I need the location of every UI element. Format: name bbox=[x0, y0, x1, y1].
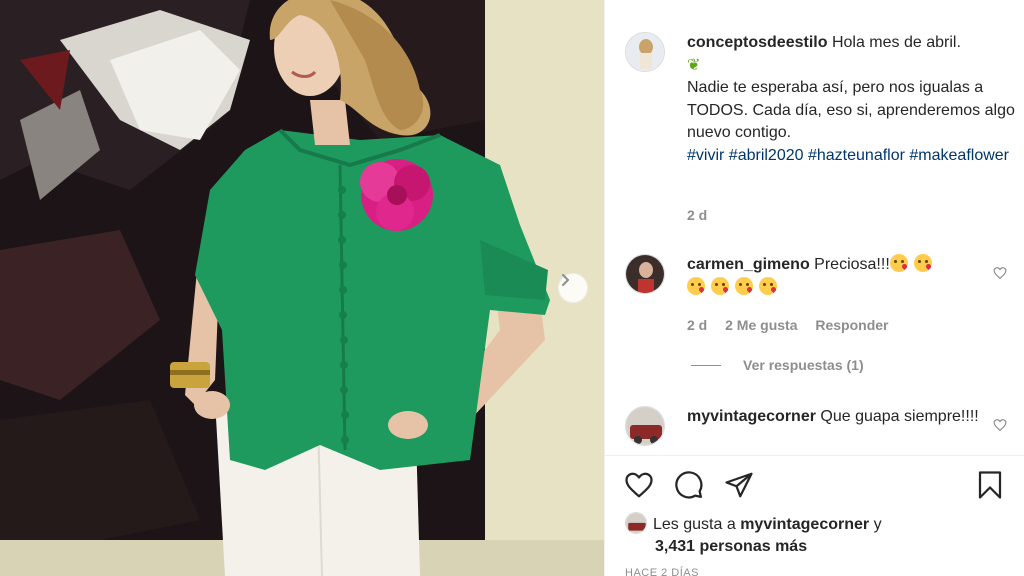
kiss-emoji-icon bbox=[687, 276, 705, 295]
replies-divider bbox=[691, 364, 721, 366]
liker-username[interactable]: myvintagecorner bbox=[740, 516, 869, 533]
comment-username[interactable]: myvintagecorner bbox=[687, 408, 816, 425]
comment-text: Preciosa!!! bbox=[814, 256, 890, 273]
liker-avatar[interactable] bbox=[625, 512, 647, 534]
likes-count[interactable]: 3,431 personas más bbox=[625, 538, 807, 555]
kiss-emoji-icon bbox=[759, 276, 777, 295]
caption-line1: Hola mes de abril. bbox=[831, 34, 961, 51]
comment-likes[interactable]: 2 Me gusta bbox=[725, 317, 797, 333]
view-replies-button[interactable]: Ver respuestas (1) bbox=[691, 357, 864, 373]
likes-summary: Les gusta a myvintagecorner y 3,431 pers… bbox=[625, 512, 882, 558]
likes-conjunction: y bbox=[873, 516, 882, 533]
comment-like-heart-icon[interactable] bbox=[993, 418, 1007, 432]
comment-item: carmen_gimeno Preciosa!!! bbox=[687, 254, 987, 299]
comments-panel: conceptosdeestilo Hola mes de abril. ❦ N… bbox=[604, 0, 1024, 576]
heart-icon[interactable] bbox=[624, 470, 654, 500]
kiss-emoji-icon bbox=[913, 254, 932, 272]
sprout-icon: ❦ bbox=[687, 56, 701, 74]
kiss-emoji-icon bbox=[735, 276, 753, 295]
caption-age[interactable]: 2 d bbox=[687, 207, 707, 223]
share-icon[interactable] bbox=[724, 470, 754, 500]
likes-prefix: Les gusta a bbox=[653, 516, 736, 533]
comment-age[interactable]: 2 d bbox=[687, 317, 707, 333]
post-image bbox=[0, 0, 604, 576]
comment-avatar[interactable] bbox=[625, 254, 665, 294]
comment-text: Que guapa siempre!!!! bbox=[820, 408, 979, 425]
kiss-emoji-icon bbox=[711, 276, 729, 295]
caption-body: Nadie te esperaba así, pero nos igualas … bbox=[687, 79, 1015, 141]
post-date[interactable]: HACE 2 DÍAS bbox=[625, 567, 699, 576]
bookmark-icon[interactable] bbox=[975, 470, 1005, 500]
comment-like-heart-icon[interactable] bbox=[993, 266, 1007, 280]
reply-button[interactable]: Responder bbox=[815, 317, 888, 333]
avatar-image bbox=[626, 255, 664, 293]
post-caption: conceptosdeestilo Hola mes de abril. ❦ N… bbox=[687, 32, 1017, 167]
hashtag-link[interactable]: #abril2020 bbox=[729, 147, 804, 164]
caption-username[interactable]: conceptosdeestilo bbox=[687, 34, 827, 51]
hashtag-link[interactable]: #makeaflower bbox=[909, 147, 1009, 164]
hashtag-link[interactable]: #hazteunaflor bbox=[808, 147, 905, 164]
post-photo bbox=[0, 0, 604, 576]
comments-scroller[interactable]: conceptosdeestilo Hola mes de abril. ❦ N… bbox=[605, 0, 1024, 455]
next-image-button[interactable] bbox=[558, 273, 588, 303]
comment-icon[interactable] bbox=[674, 470, 704, 500]
avatar-image bbox=[626, 407, 664, 445]
comment-meta: 2 d 2 Me gusta Responder bbox=[687, 317, 903, 333]
caption-meta: 2 d bbox=[687, 207, 721, 223]
kiss-emoji-icon bbox=[889, 254, 908, 272]
hashtag-link[interactable]: #vivir bbox=[687, 147, 724, 164]
avatar-image bbox=[626, 33, 664, 71]
comment-item: myvintagecorner Que guapa siempre!!!! bbox=[687, 406, 987, 429]
comment-username[interactable]: carmen_gimeno bbox=[687, 256, 810, 273]
post-actions: Les gusta a myvintagecorner y 3,431 pers… bbox=[605, 455, 1024, 576]
avatar-image bbox=[626, 513, 646, 533]
author-avatar[interactable] bbox=[625, 32, 665, 72]
chevron-right-icon bbox=[562, 274, 569, 286]
view-replies-label: Ver respuestas (1) bbox=[743, 357, 864, 373]
comment-avatar[interactable] bbox=[625, 406, 665, 446]
caption-hashtags: #vivir #abril2020 #hazteunaflor #makeafl… bbox=[687, 147, 1009, 164]
